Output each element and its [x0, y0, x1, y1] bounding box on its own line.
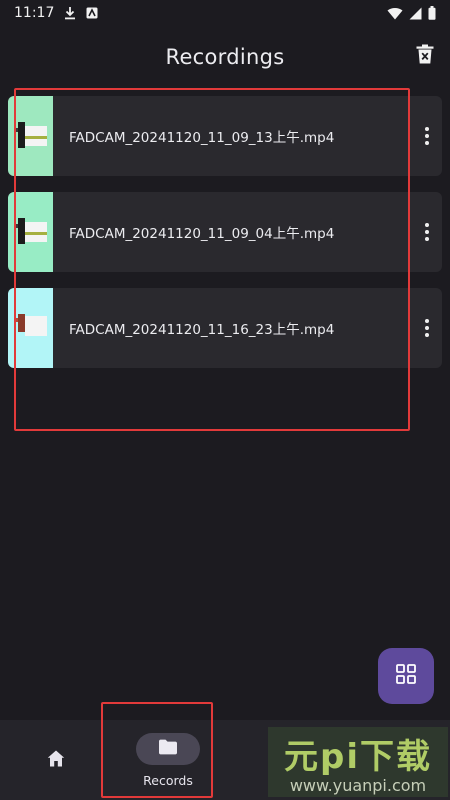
nav-active-indicator [136, 733, 200, 765]
wifi-icon [387, 7, 403, 20]
recording-file-name: FADCAM_20241120_11_09_04上午.mp4 [69, 226, 335, 242]
recordings-list: FADCAM_20241120_11_09_13上午.mp4 FADCAM_20… [8, 96, 442, 384]
status-bar: 11:17 [0, 0, 450, 26]
recording-item[interactable]: FADCAM_20241120_11_09_13上午.mp4 [8, 96, 442, 176]
folder-icon [158, 739, 178, 759]
more-vert-icon [425, 223, 429, 241]
nav-item-records[interactable]: Records [112, 720, 224, 800]
more-options-button[interactable] [422, 220, 432, 244]
recording-file-name: FADCAM_20241120_11_16_23上午.mp4 [69, 322, 335, 338]
home-icon [47, 750, 65, 771]
watermark-logo: 元pi下载 www.yuanpi.com [268, 727, 448, 797]
nav-item-home[interactable] [0, 720, 112, 800]
grid-view-button[interactable] [378, 648, 434, 704]
more-vert-icon [425, 319, 429, 337]
more-options-button[interactable] [422, 316, 432, 340]
recording-item[interactable]: FADCAM_20241120_11_16_23上午.mp4 [8, 288, 442, 368]
download-icon [64, 6, 76, 20]
delete-all-button[interactable] [414, 44, 436, 68]
signal-icon [409, 7, 422, 20]
watermark-url: www.yuanpi.com [289, 776, 427, 795]
app-bar: Recordings [0, 32, 450, 82]
page-title: Recordings [165, 45, 285, 69]
video-thumbnail [8, 192, 53, 272]
battery-icon [428, 6, 436, 20]
delete-all-icon [416, 44, 434, 68]
video-thumbnail [8, 288, 53, 368]
more-vert-icon [425, 127, 429, 145]
more-options-button[interactable] [422, 124, 432, 148]
nav-label-records: Records [143, 773, 193, 788]
recording-item[interactable]: FADCAM_20241120_11_09_04上午.mp4 [8, 192, 442, 272]
grid-view-icon [396, 664, 416, 688]
video-thumbnail [8, 96, 53, 176]
app-notification-icon [86, 7, 98, 19]
watermark-main-text: 元pi下载 [284, 737, 432, 777]
status-time: 11:17 [14, 5, 55, 21]
recording-file-name: FADCAM_20241120_11_09_13上午.mp4 [69, 130, 335, 146]
